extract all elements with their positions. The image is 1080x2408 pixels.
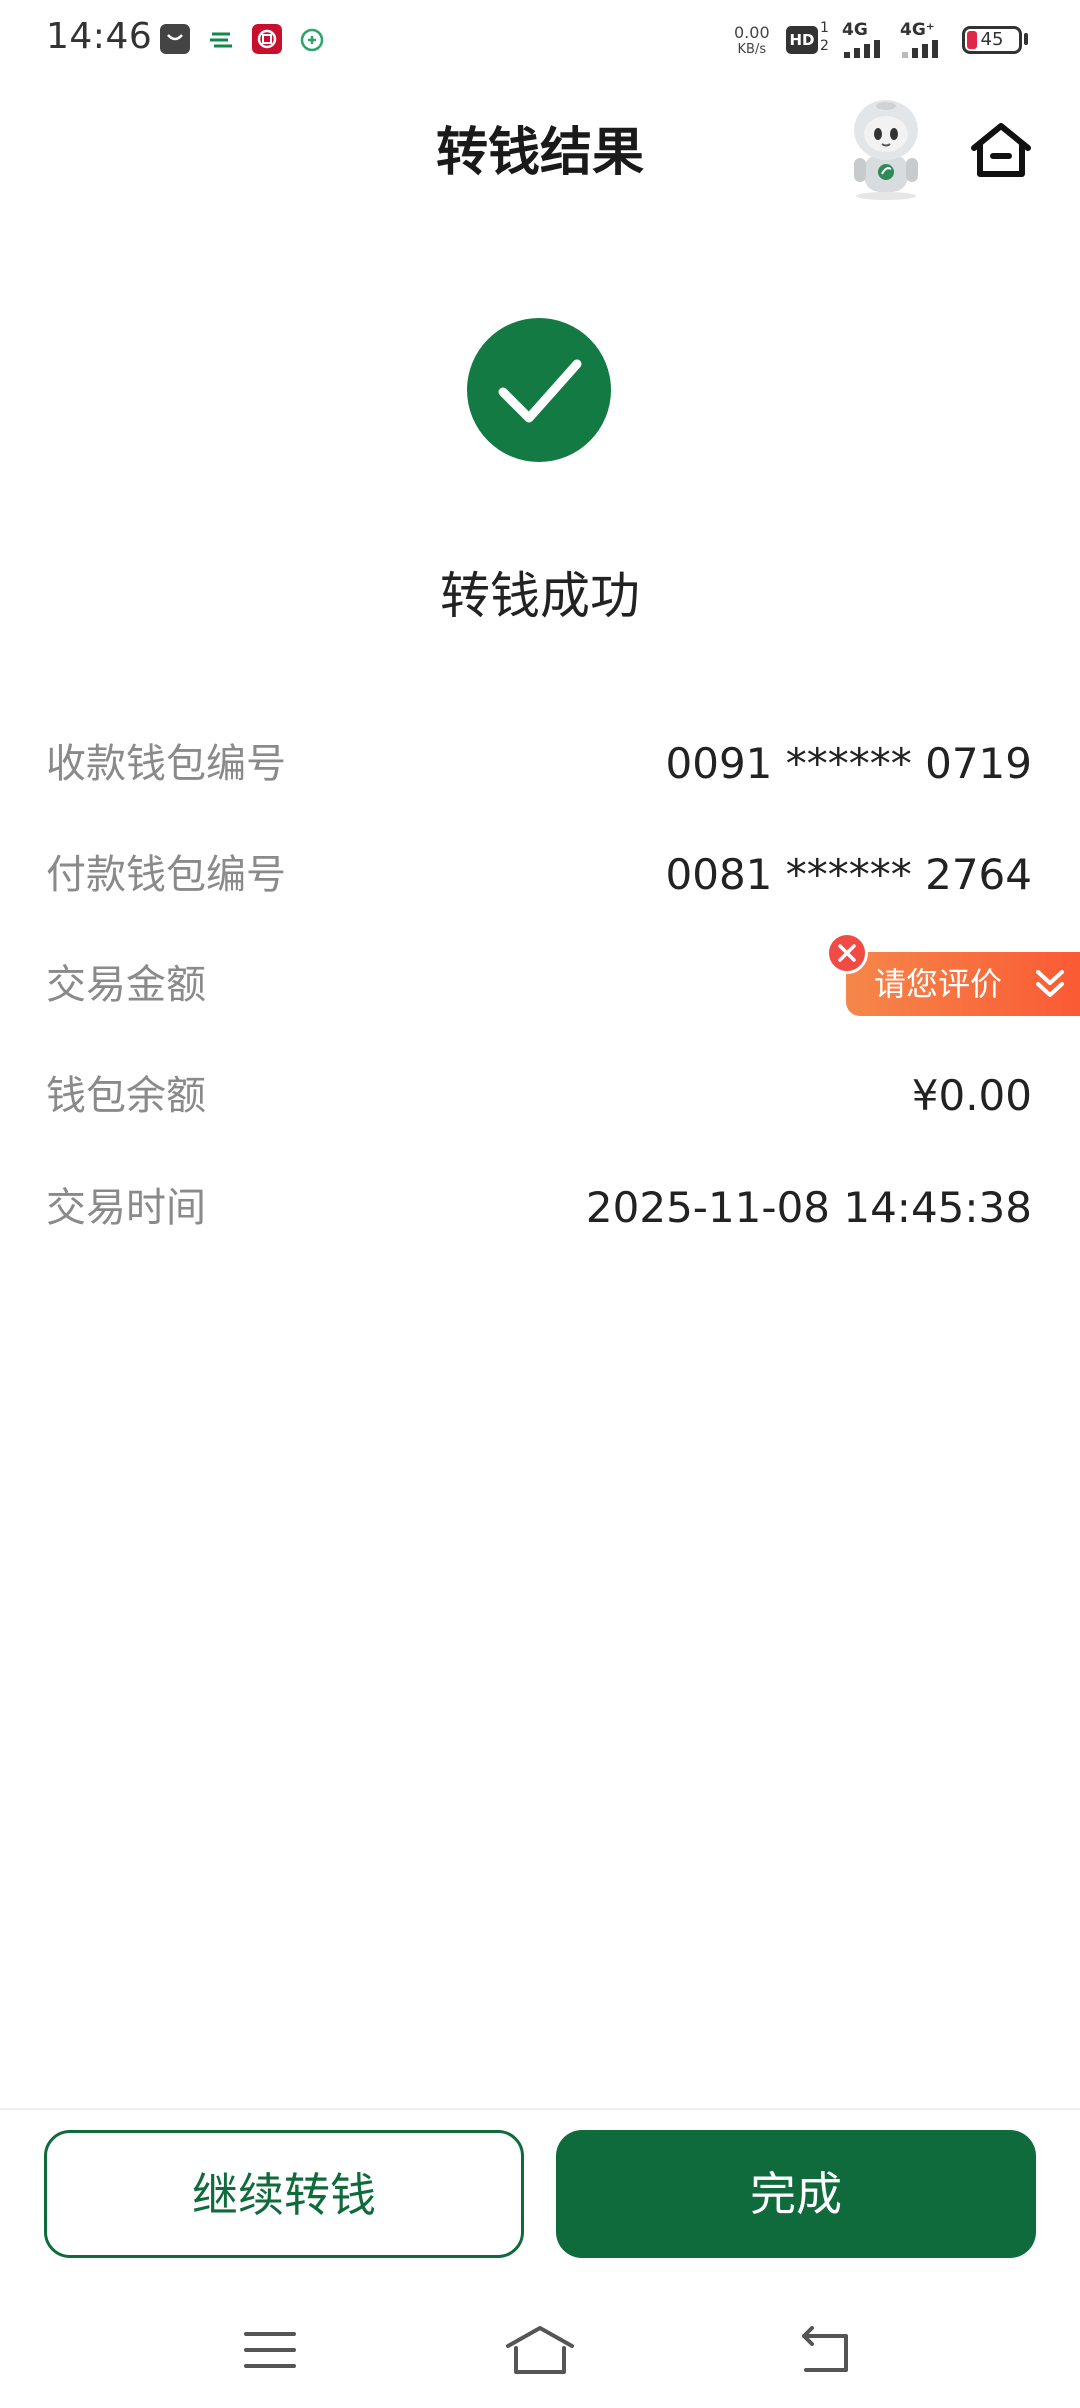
china-post-icon bbox=[206, 24, 236, 54]
close-rating-icon[interactable] bbox=[826, 932, 868, 974]
home-icon[interactable] bbox=[966, 116, 1036, 186]
detail-label: 交易金额 bbox=[46, 962, 206, 1008]
sim1-network-type: 4G bbox=[842, 20, 868, 40]
detail-row-payer-wallet: 付款钱包编号 0081 ****** 2764 bbox=[46, 845, 1034, 905]
detail-value: 0091 ****** 0719 bbox=[665, 739, 1032, 788]
status-time: 14:46 bbox=[46, 16, 153, 57]
chevron-down-icon bbox=[1034, 966, 1066, 1006]
sim1-label: 1 bbox=[820, 20, 829, 36]
nav-home-icon[interactable] bbox=[500, 2320, 580, 2380]
detail-row-receiver-wallet: 收款钱包编号 0091 ****** 0719 bbox=[46, 734, 1034, 794]
hd-voice-icon: HD bbox=[786, 26, 818, 54]
detail-value: 2025-11-08 14:45:38 bbox=[585, 1183, 1032, 1232]
network-speed-value: 0.00 bbox=[734, 23, 770, 42]
sim2-label: 2 bbox=[820, 38, 829, 54]
sim1-signal-icon bbox=[844, 38, 890, 62]
continue-transfer-button[interactable]: 继续转钱 bbox=[44, 2130, 524, 2258]
network-speed-unit: KB/s bbox=[737, 42, 767, 57]
detail-label: 付款钱包编号 bbox=[46, 852, 286, 898]
battery-icon: 45 bbox=[962, 26, 1022, 54]
assistant-robot-icon[interactable] bbox=[836, 96, 936, 202]
sim2-signal-icon bbox=[902, 38, 948, 62]
done-button[interactable]: 完成 bbox=[556, 2130, 1036, 2258]
detail-value: 0081 ****** 2764 bbox=[665, 850, 1032, 899]
detail-value: ¥0.00 bbox=[911, 1071, 1032, 1120]
bank-of-china-icon bbox=[252, 24, 282, 54]
bottom-divider bbox=[0, 2108, 1080, 2110]
messaging-app-icon bbox=[160, 24, 190, 54]
sim2-network-type: 4G⁺ bbox=[900, 20, 935, 40]
detail-label: 交易时间 bbox=[46, 1185, 206, 1231]
detail-label: 钱包余额 bbox=[46, 1073, 206, 1119]
battery-level: 45 bbox=[980, 29, 1004, 50]
status-bar: 14:46 0.00 KB/s HD 1 2 4G 4G⁺ 45 bbox=[0, 0, 1080, 80]
result-message: 转钱成功 bbox=[440, 567, 640, 625]
rating-label: 请您评价 bbox=[874, 965, 1003, 1003]
battery-tip bbox=[1024, 33, 1028, 45]
detail-row-time: 交易时间 2025-11-08 14:45:38 bbox=[46, 1178, 1034, 1238]
recent-apps-icon[interactable] bbox=[230, 2320, 310, 2380]
detail-label: 收款钱包编号 bbox=[46, 741, 286, 787]
rating-button[interactable]: 请您评价 bbox=[846, 952, 1080, 1016]
network-speed: 0.00 KB/s bbox=[734, 24, 770, 58]
back-icon[interactable] bbox=[784, 2320, 864, 2380]
detail-row-balance: 钱包余额 ¥0.00 bbox=[46, 1066, 1034, 1126]
wallet-app-icon bbox=[298, 24, 328, 54]
success-check-icon bbox=[467, 318, 611, 462]
